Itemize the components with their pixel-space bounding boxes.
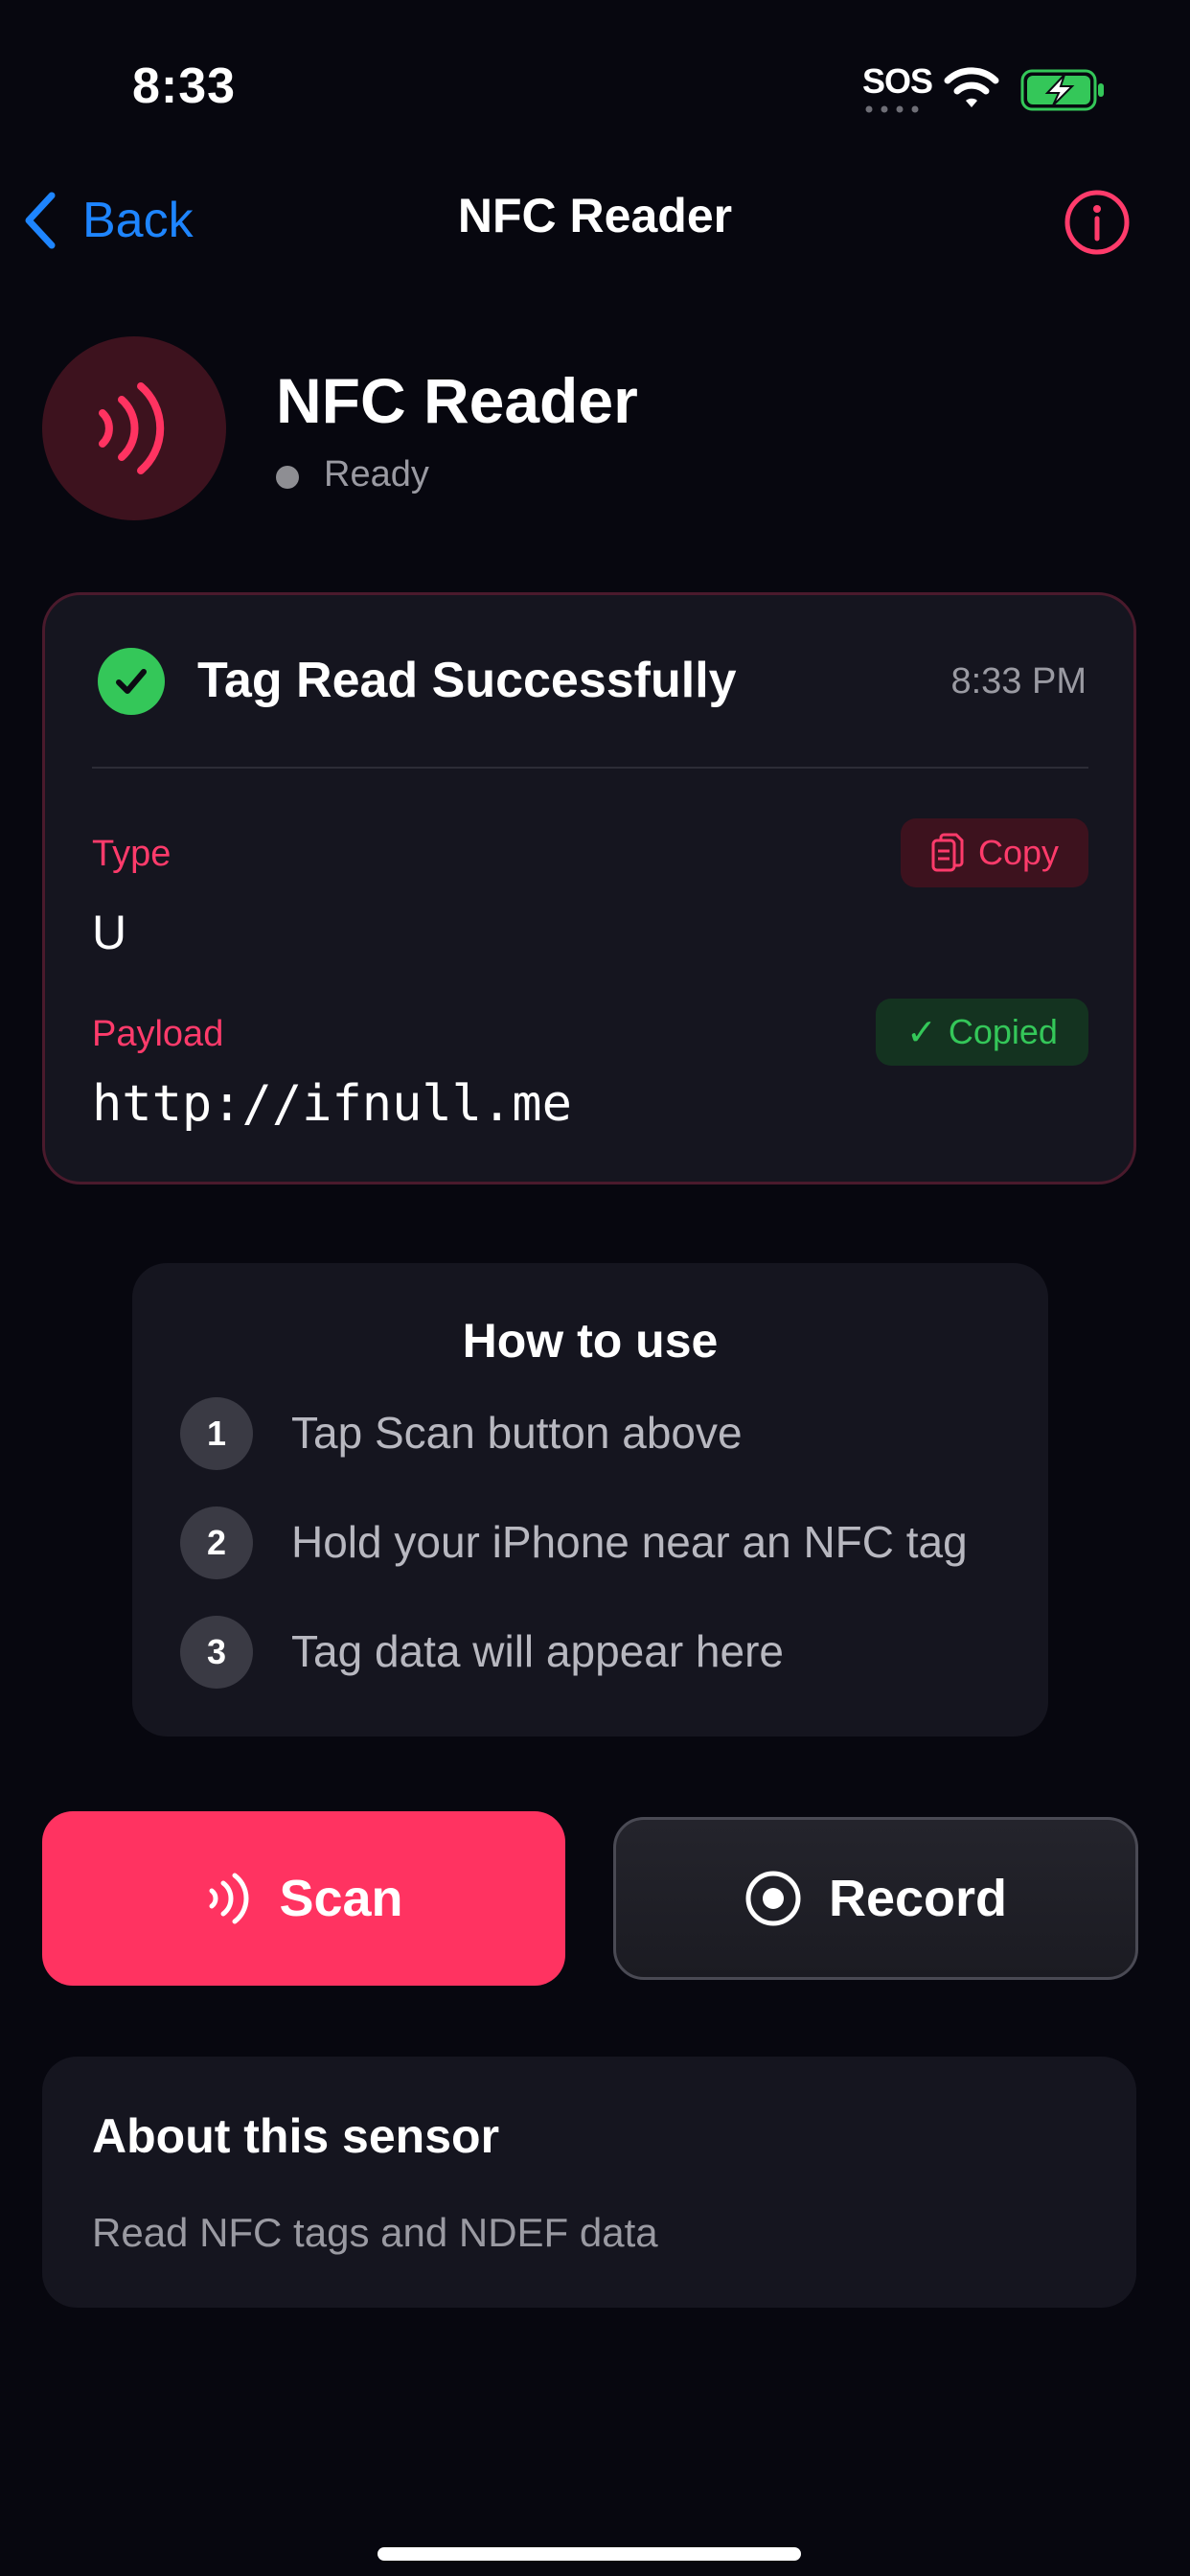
record-label: Record: [828, 1870, 1008, 1927]
nfc-avatar: [42, 336, 226, 520]
success-icon: [98, 648, 165, 715]
copy-button[interactable]: Copy: [901, 818, 1088, 887]
scan-label: Scan: [279, 1870, 403, 1927]
step-number: 1: [180, 1397, 253, 1470]
how-to-title: How to use: [462, 1314, 719, 1368]
copied-label: Copied: [948, 1012, 1058, 1051]
about-title: About this sensor: [92, 2109, 500, 2163]
step-number: 3: [180, 1616, 253, 1689]
sos-indicator: SOS: [862, 61, 933, 101]
nfc-waves-icon: [209, 1873, 249, 1924]
home-indicator[interactable]: [378, 2547, 801, 2561]
divider: [92, 767, 1088, 769]
status-time: 8:33: [132, 58, 237, 114]
record-icon: [745, 1871, 801, 1926]
record-button[interactable]: Record: [613, 1817, 1138, 1980]
status-label: Ready: [324, 454, 429, 494]
checkmark-icon: [116, 669, 147, 694]
step-text: Hold your iPhone near an NFC tag: [291, 1517, 968, 1567]
nfc-waves-icon: [99, 382, 165, 474]
payload-label: Payload: [92, 1014, 224, 1054]
copy-label: Copy: [977, 833, 1060, 872]
type-value: U: [92, 906, 127, 959]
copy-icon: [931, 833, 964, 872]
scan-button[interactable]: Scan: [42, 1811, 565, 1986]
check-icon: ✓: [906, 1012, 937, 1053]
about-card: [42, 2057, 1136, 2308]
step-number: 2: [180, 1506, 253, 1579]
step-text: Tag data will appear here: [291, 1626, 784, 1676]
info-icon[interactable]: [1064, 189, 1131, 256]
step-text: Tap Scan button above: [291, 1408, 743, 1458]
copied-badge[interactable]: ✓ Copied: [876, 999, 1088, 1066]
page-title: NFC Reader: [276, 365, 638, 436]
battery-charging-icon: [1020, 69, 1104, 111]
about-description: Read NFC tags and NDEF data: [92, 2210, 658, 2255]
result-timestamp: 8:33 PM: [950, 661, 1087, 702]
result-title: Tag Read Successfully: [197, 653, 737, 708]
nav-title: NFC Reader: [457, 189, 733, 242]
status-dot: [276, 466, 299, 489]
type-label: Type: [92, 834, 172, 874]
wifi-icon: [944, 67, 999, 107]
payload-value: http://ifnull.me: [92, 1075, 572, 1133]
signal-dots-icon: [865, 105, 919, 113]
